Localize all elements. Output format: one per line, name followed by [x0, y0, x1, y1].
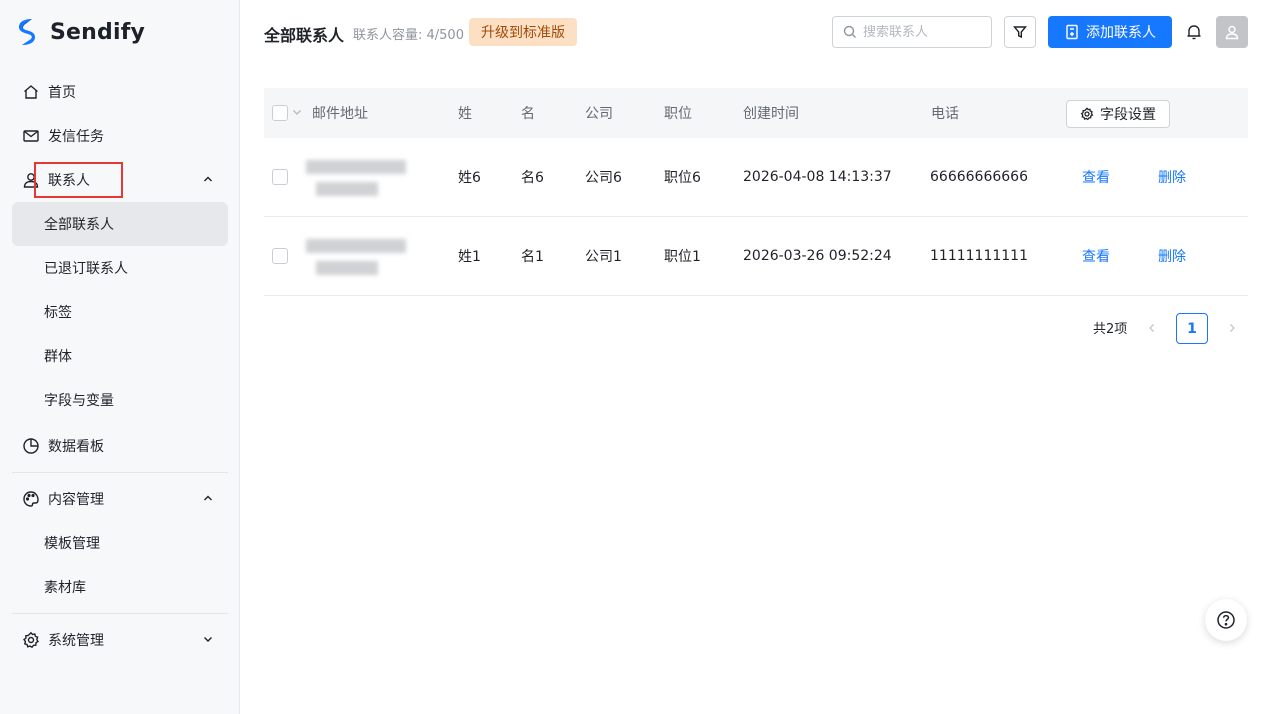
field-settings-label: 字段设置 [1100, 107, 1156, 123]
add-contact-button[interactable]: 添加联系人 [1048, 16, 1172, 48]
table-row: 姓1 名1 公司1 职位1 2026-03-26 09:52:24 111111… [264, 217, 1248, 296]
sidebar-item-tags[interactable]: 标签 [12, 290, 228, 334]
column-created-time: 创建时间 [743, 106, 799, 122]
mail-icon [22, 127, 40, 145]
sidebar-item-fields-variables[interactable]: 字段与变量 [12, 378, 228, 422]
filter-button[interactable] [1004, 16, 1036, 48]
sidebar-nav: 首页 发信任务 联系人 全部联系人 已退订联系人 标签 群体 字段与变量 数据看… [12, 70, 228, 662]
table-header: 邮件地址 姓 名 公司 职位 创建时间 电话 字段设置 [264, 88, 1248, 138]
email-redacted [306, 237, 410, 279]
sidebar-item-assets[interactable]: 素材库 [12, 565, 228, 609]
sidebar-item-dashboard[interactable]: 数据看板 [12, 424, 228, 468]
search-input[interactable] [863, 24, 983, 40]
upgrade-button[interactable]: 升级到标准版 [469, 18, 577, 46]
help-icon [1217, 611, 1235, 629]
sidebar-item-send-tasks[interactable]: 发信任务 [12, 114, 228, 158]
gear-icon [22, 631, 40, 649]
column-email: 邮件地址 [312, 106, 368, 122]
search-box[interactable] [832, 16, 992, 48]
cell-first-name: 名1 [521, 249, 544, 265]
cell-company: 公司6 [585, 170, 622, 186]
search-icon [843, 25, 856, 38]
pagination-total: 共2项 [1093, 322, 1128, 337]
filter-icon [1013, 26, 1027, 39]
sidebar-item-label: 系统管理 [48, 633, 104, 649]
sidebar-item-all-contacts[interactable]: 全部联系人 [12, 202, 228, 246]
sendify-logo-icon [19, 19, 35, 45]
user-avatar-icon [1225, 25, 1239, 40]
sidebar-item-label: 发信任务 [48, 129, 104, 145]
sidebar-item-groups[interactable]: 群体 [12, 334, 228, 378]
notification-bell-icon[interactable] [1182, 20, 1206, 44]
view-link[interactable]: 查看 [1082, 246, 1110, 266]
column-first-name: 名 [521, 106, 535, 122]
cell-last-name: 姓1 [458, 249, 481, 265]
sidebar-item-label: 内容管理 [48, 492, 104, 508]
chevron-left-icon[interactable] [1144, 320, 1160, 336]
row-checkbox[interactable] [272, 169, 288, 185]
contacts-table: 邮件地址 姓 名 公司 职位 创建时间 电话 字段设置 姓6 名6 公司6 职位… [264, 88, 1248, 296]
chevron-down-icon [204, 637, 212, 642]
header: 全部联系人 联系人容量: 4/500 升级到标准版 添加联系人 [240, 0, 1272, 64]
selection-highlight [34, 162, 123, 198]
avatar[interactable] [1216, 16, 1248, 48]
column-phone: 电话 [931, 106, 959, 122]
sidebar-item-home[interactable]: 首页 [12, 70, 228, 114]
add-contact-icon [1064, 24, 1080, 40]
select-all-checkbox[interactable] [272, 105, 288, 121]
chevron-down-icon[interactable] [292, 105, 302, 121]
page-title: 全部联系人 [264, 26, 345, 45]
sidebar-item-label: 首页 [48, 85, 76, 101]
sidebar-item-label: 数据看板 [48, 439, 104, 455]
cell-phone: 66666666666 [930, 169, 1028, 185]
cell-last-name: 姓6 [458, 170, 481, 186]
cell-job-title: 职位1 [664, 249, 701, 265]
sidebar-item-content[interactable]: 内容管理 [12, 477, 228, 521]
contact-capacity: 联系人容量: 4/500 [353, 28, 464, 43]
sidebar-item-system[interactable]: 系统管理 [12, 618, 228, 662]
column-last-name: 姓 [458, 106, 472, 122]
gear-icon [1080, 107, 1094, 121]
sidebar: Sendify 首页 发信任务 联系人 全部联系人 已退订联系人 标签 群体 字… [0, 0, 240, 714]
chevron-up-icon [204, 495, 212, 501]
cell-created-time: 2026-04-08 14:13:37 [743, 169, 892, 185]
sidebar-item-templates[interactable]: 模板管理 [12, 521, 228, 565]
brand-name: Sendify [50, 19, 146, 45]
logo[interactable]: Sendify [16, 16, 145, 48]
cell-first-name: 名6 [521, 170, 544, 186]
pagination-page[interactable]: 1 [1176, 313, 1208, 344]
cell-created-time: 2026-03-26 09:52:24 [743, 248, 892, 264]
delete-link[interactable]: 删除 [1158, 167, 1186, 187]
pie-chart-icon [22, 437, 40, 455]
row-checkbox[interactable] [272, 248, 288, 264]
cell-job-title: 职位6 [664, 170, 701, 186]
home-icon [22, 83, 40, 101]
help-button[interactable] [1205, 599, 1247, 641]
sidebar-item-unsubscribed[interactable]: 已退订联系人 [12, 246, 228, 290]
view-link[interactable]: 查看 [1082, 167, 1110, 187]
sidebar-divider [12, 472, 228, 473]
delete-link[interactable]: 删除 [1158, 246, 1186, 266]
cell-phone: 11111111111 [930, 248, 1028, 264]
chevron-up-icon [204, 176, 212, 182]
email-redacted [306, 158, 410, 200]
chevron-right-icon[interactable] [1224, 320, 1240, 336]
table-row: 姓6 名6 公司6 职位6 2026-04-08 14:13:37 666666… [264, 138, 1248, 217]
column-job-title: 职位 [664, 106, 692, 122]
palette-icon [22, 490, 40, 508]
column-company: 公司 [585, 106, 613, 122]
cell-company: 公司1 [585, 249, 622, 265]
add-contact-label: 添加联系人 [1086, 25, 1156, 41]
sidebar-divider [12, 613, 228, 614]
field-settings-button[interactable]: 字段设置 [1066, 100, 1170, 128]
